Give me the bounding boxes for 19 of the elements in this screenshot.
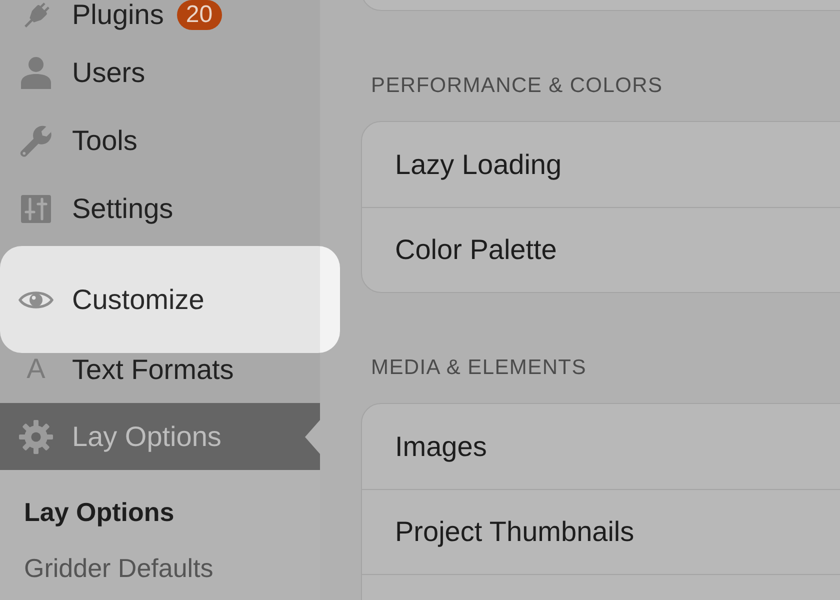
user-icon (21, 57, 51, 89)
count-badge: 20 (176, 0, 222, 30)
settings-row[interactable]: Images (362, 404, 840, 489)
section-heading: PERFORMANCE & COLORS (371, 73, 663, 99)
wrench-icon (20, 125, 52, 157)
section-heading: MEDIA & ELEMENTS (371, 355, 586, 381)
sliders-icon (21, 195, 51, 223)
menu-item[interactable]: Tools (0, 107, 320, 175)
menu-item[interactable]: Users (0, 39, 320, 107)
menu-item[interactable]: Settings (0, 175, 320, 243)
menu-item[interactable]: Customize (0, 246, 340, 353)
submenu-item[interactable]: Lay Options (0, 484, 320, 540)
settings-row[interactable]: Project Thumbnails (362, 489, 840, 574)
settings-row[interactable]: Lazy Loading (362, 122, 840, 207)
menu-item[interactable]: Plugins 20 (0, 0, 320, 39)
eye-icon (18, 288, 54, 310)
submenu-item[interactable]: Gridder Defaults (0, 540, 320, 596)
gear-icon (19, 420, 53, 454)
settings-row[interactable]: Color Palette (362, 207, 840, 292)
